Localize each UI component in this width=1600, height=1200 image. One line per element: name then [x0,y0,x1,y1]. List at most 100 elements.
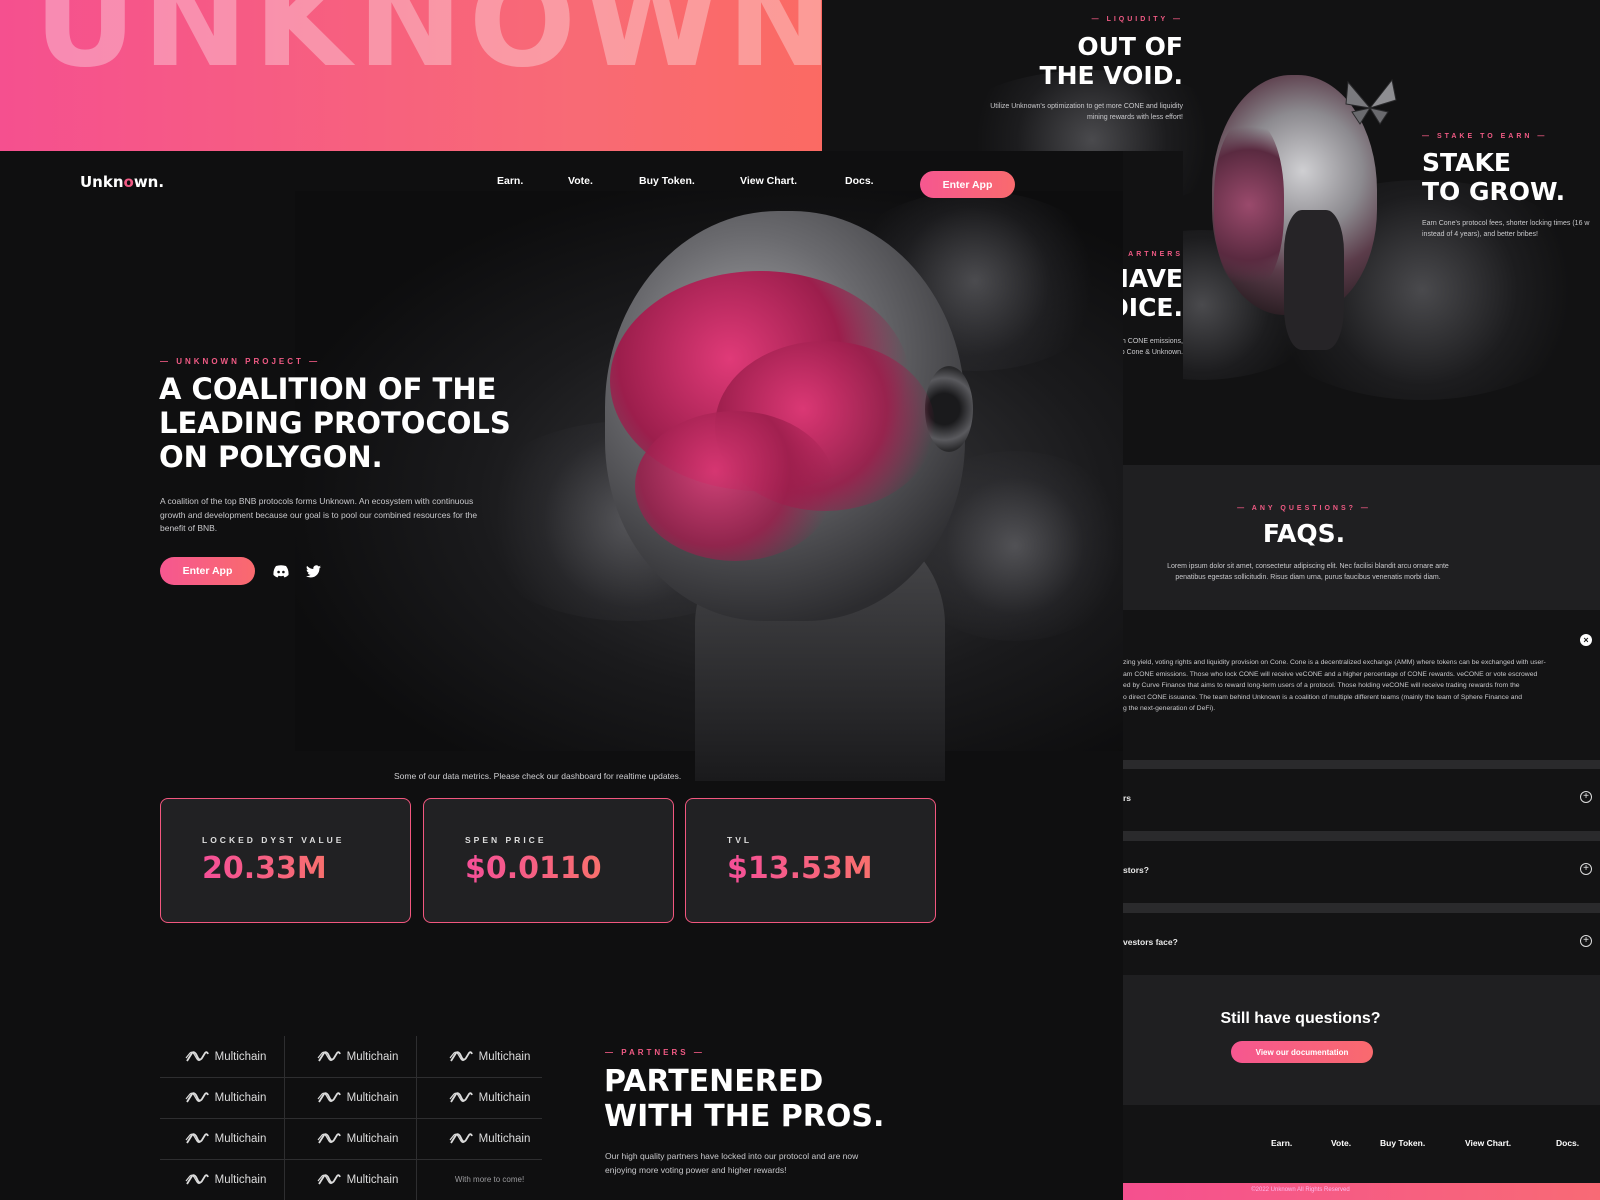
partners-title: PARTENERED WITH THE PROS. [604,1064,884,1134]
faq-answer-line: am CONE emissions. Those who lock CONE w… [1123,670,1538,678]
hero-title: A COALITION OF THE LEADING PROTOCOLS ON … [159,372,511,475]
top-banner: UNKNOWN. [0,0,822,151]
nav-link-view-chart[interactable]: View Chart. [740,175,797,187]
multichain-logo-icon [449,1132,473,1143]
multichain-logo-icon [185,1132,209,1143]
hero-enter-app-button[interactable]: Enter App [160,557,255,585]
hero-description: A coalition of the top BNB protocols for… [160,496,478,534]
footer-link-buy-token[interactable]: Buy Token. [1380,1138,1425,1148]
faq-question: rs [1123,793,1132,803]
voice-panel-partial: ARTNERS IAVE OICE. n CONE emissions, p C… [1123,151,1183,465]
void-title: OUT OF THE VOID. [923,32,1183,91]
plus-icon[interactable]: + [1580,863,1592,875]
partner-logo-multichain: Multichain [292,1077,423,1118]
copyright-bar: ©2022 Unknown All Rights Reserved [1123,1183,1600,1200]
metric-label: TVL [727,835,753,845]
faq-answer-line: ed by Curve Finance that aims to reward … [1123,682,1520,690]
footer: Earn. Vote. Buy Token. View Chart. Docs. [1123,1105,1600,1183]
footer-link-docs[interactable]: Docs. [1556,1138,1579,1148]
still-questions-title: Still have questions? [1220,1010,1381,1027]
nav-link-vote[interactable]: Vote. [568,175,593,187]
footer-link-vote[interactable]: Vote. [1331,1138,1351,1148]
logo-text: Unkn [80,173,124,191]
plus-icon[interactable]: + [1580,935,1592,947]
partner-name: Multichain [214,1132,267,1145]
partner-name: Multichain [346,1050,399,1063]
multichain-logo-icon [449,1050,473,1061]
metric-label: SPEN PRICE [465,835,547,845]
metric-card-tvl: TVL $13.53M [685,798,936,923]
hero-title-line: ON POLYGON. [159,439,383,474]
partners-more-text: With more to come! [454,1175,525,1184]
logo-text-end: wn. [133,173,165,191]
void-eyebrow: — LIQUIDITY — [1091,16,1183,23]
stake-eyebrow: — STAKE TO EARN — [1422,133,1548,140]
partner-logo-multichain: Multichain [424,1077,555,1118]
partner-logo-multichain: Multichain [292,1036,423,1077]
multichain-logo-icon [185,1050,209,1061]
plus-icon[interactable]: + [1580,791,1592,803]
partner-logo-multichain: Multichain [160,1077,291,1118]
partner-logo-multichain: Multichain [292,1118,423,1159]
faq-item-open[interactable]: × zing yield, voting rights and liquidit… [1123,610,1600,760]
partners-eyebrow: — PARTNERS — [605,1048,705,1057]
partner-logo-multichain: Multichain [160,1036,291,1077]
faq-answer-line: zing yield, voting rights and liquidity … [1123,659,1546,666]
metric-value: $13.53M [727,851,873,886]
hero-title-line: A COALITION OF THE [159,372,497,406]
partner-name: Multichain [478,1091,531,1104]
faq-header: — ANY QUESTIONS? — FAQS. Lorem ipsum dol… [1123,465,1600,610]
nav-enter-app-button[interactable]: Enter App [920,171,1015,198]
partners-title-line: WITH THE PROS. [604,1099,885,1135]
close-icon[interactable]: × [1580,634,1592,646]
voice-title: IAVE OICE. [1123,264,1183,323]
footer-link-earn[interactable]: Earn. [1271,1138,1292,1148]
partner-name: Multichain [346,1091,399,1104]
partner-name: Multichain [214,1050,267,1063]
nav-link-earn[interactable]: Earn. [497,175,523,187]
faq-description: Lorem ipsum dolor sit amet, consectetur … [1167,563,1449,582]
twitter-icon[interactable] [306,565,321,578]
faq-question: stors? [1123,865,1149,875]
nav-link-docs[interactable]: Docs. [845,175,874,187]
voice-title-line: IAVE [1123,264,1183,293]
copyright-text: ©2022 Unknown All Rights Reserved [1251,1187,1350,1193]
stake-title: STAKE TO GROW. [1422,148,1600,207]
metric-card-locked-dyst: LOCKED DYST VALUE 20.33M [160,798,411,923]
faq-item[interactable]: vestors face? + [1123,913,1600,975]
stake-body: Earn Cone's protocol fees, shorter locki… [1422,220,1590,239]
discord-icon[interactable] [273,565,289,578]
stake-title-line: STAKE [1422,148,1511,177]
voice-body-line: n CONE emissions, [1123,338,1183,345]
banner-wordmark: UNKNOWN. [34,0,822,95]
hero-eyebrow: — UNKNOWN PROJECT — [160,357,321,366]
faq-item[interactable]: stors? + [1123,841,1600,903]
faq-answer: zing yield, voting rights and liquidity … [1123,657,1593,715]
partners-title-line: PARTENERED [604,1064,824,1099]
voice-eyebrow: ARTNERS [1128,251,1183,258]
partner-logo-multichain: Multichain [424,1036,555,1077]
faq-answer-line: g the next-generation of DeFi). [1123,705,1216,713]
partner-name: Multichain [346,1132,399,1145]
partner-name: Multichain [214,1091,267,1104]
metric-label: LOCKED DYST VALUE [202,835,345,845]
faq-eyebrow: — ANY QUESTIONS? — [1237,505,1371,512]
view-documentation-button[interactable]: View our documentation [1231,1041,1373,1063]
still-questions-panel: Still have questions? View our documenta… [1123,975,1600,1105]
footer-link-view-chart[interactable]: View Chart. [1465,1138,1511,1148]
logo[interactable]: Unknown. [80,173,164,191]
multichain-logo-icon [317,1132,341,1143]
metric-value: 20.33M [202,851,327,886]
voice-title-line: OICE. [1123,293,1183,323]
metric-card-spen-price: SPEN PRICE $0.0110 [423,798,674,923]
multichain-logo-icon [317,1173,341,1184]
void-title-line: OUT OF [1077,32,1183,61]
partner-logo-multichain: Multichain [292,1159,423,1200]
partner-logo-multichain: Multichain [160,1118,291,1159]
multichain-logo-icon [185,1091,209,1102]
voice-body-line: p Cone & Unknown. [1123,349,1183,357]
butterfly-icon [1345,78,1397,125]
nav-link-buy-token[interactable]: Buy Token. [639,175,695,187]
faq-item[interactable]: rs + [1123,769,1600,831]
faq-answer-line: o direct CONE issuance. The team behind … [1123,693,1523,701]
